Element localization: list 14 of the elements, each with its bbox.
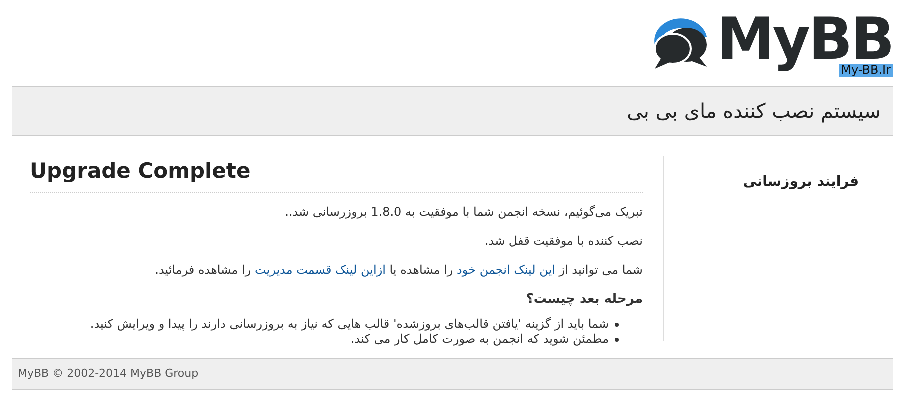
sidebar-title: فرایند بروزسانی: [743, 173, 859, 192]
page-title: سیستم نصب کننده مای بی بی: [627, 98, 881, 125]
bullet-icon: [615, 323, 619, 327]
text-link[interactable]: ازاین لینک قسمت مدیریت: [254, 262, 386, 276]
subheading: مرحله بعد چیست؟: [526, 290, 643, 308]
message-paragraph: شما می توانید از این لینک انجمن خود را مشاهده یا ازاین لینک قسمت مدیریت را مشاهده فرمائید.: [154, 262, 643, 278]
message-paragraph: نصب کننده با موفقیت قفل شد.: [484, 232, 643, 250]
section-heading: Upgrade Complete: [30, 158, 251, 185]
list-item: مطمئن شوید که انجمن به صورت کامل کار می کند.: [350, 332, 609, 347]
copyright-text: MyBB © 2002-2014 MyBB Group: [18, 366, 199, 382]
bullet-icon: [615, 338, 619, 342]
list-item: شما باید از گزینه 'یافتن قالب‌های بروزشده' قالب هایی که نیاز به بروزرسانی دارند را پیدا و ویرایش کنید.: [90, 317, 609, 332]
text-link[interactable]: این لینک انجمن خود: [457, 262, 556, 276]
message-paragraph: تبریک می‌گوئیم، نسخه انجمن شما با موفقیت به 1.8.0 بروزرسانی شد..: [284, 204, 643, 220]
